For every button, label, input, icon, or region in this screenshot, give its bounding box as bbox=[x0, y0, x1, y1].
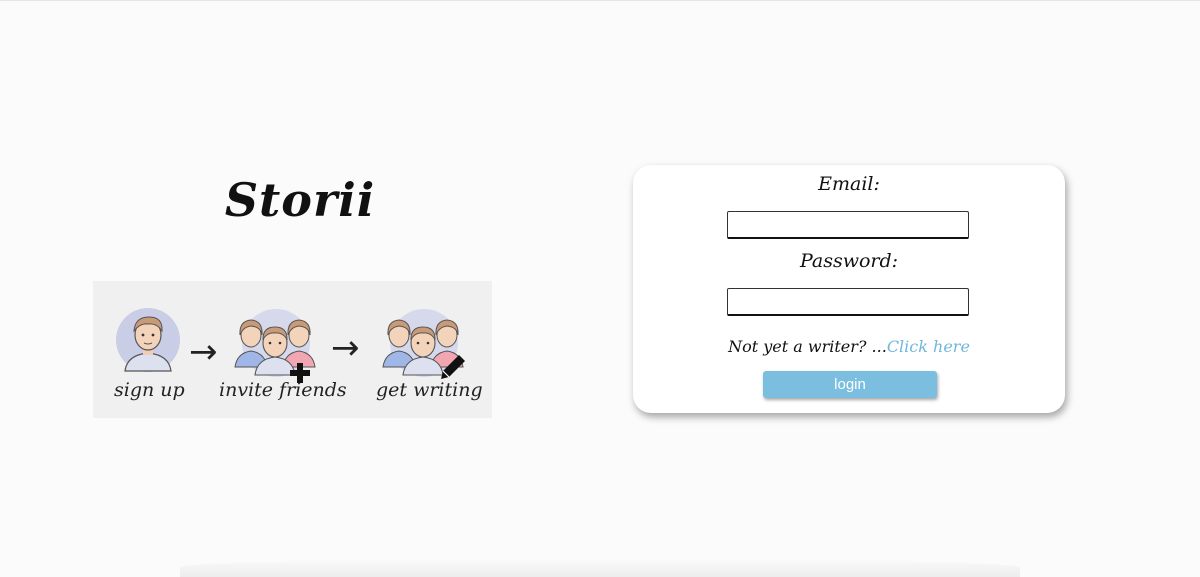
arrow-right-icon: → bbox=[189, 332, 218, 372]
step-label-sign-up: sign up bbox=[114, 379, 185, 401]
signup-link[interactable]: Click here bbox=[887, 337, 970, 356]
signup-prompt: Not yet a writer? ...Click here bbox=[633, 337, 1065, 356]
step-label-get-writing: get writing bbox=[376, 379, 483, 401]
step-label-invite-friends: invite friends bbox=[219, 379, 347, 401]
page-bottom-shadow bbox=[180, 558, 1020, 577]
brand-title: Storii bbox=[224, 173, 376, 227]
arrow-right-icon: → bbox=[331, 328, 360, 368]
onboarding-steps-illustration: sign up → invite friends → get writing bbox=[93, 281, 492, 418]
login-button[interactable]: login bbox=[763, 371, 937, 398]
page-top-border bbox=[0, 0, 1200, 1]
single-user-icon bbox=[116, 308, 180, 372]
password-label: Password: bbox=[799, 250, 899, 272]
email-label: Email: bbox=[818, 173, 880, 195]
group-add-icon bbox=[234, 309, 316, 383]
login-card: Email: Password: Not yet a writer? ...Cl… bbox=[633, 165, 1065, 413]
email-field[interactable] bbox=[727, 211, 969, 239]
password-field[interactable] bbox=[727, 288, 969, 316]
signup-prompt-text: Not yet a writer? ... bbox=[728, 337, 887, 356]
group-edit-icon bbox=[382, 309, 465, 379]
